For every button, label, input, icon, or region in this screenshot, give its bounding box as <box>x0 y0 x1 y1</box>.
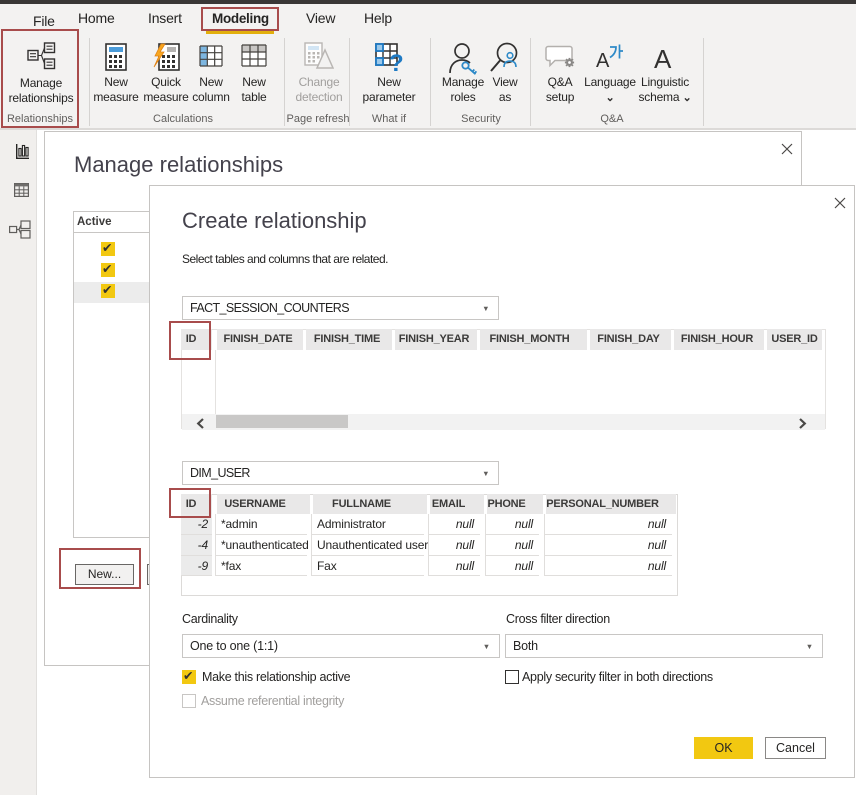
svg-text:A: A <box>596 50 610 69</box>
svg-text:?: ? <box>389 50 404 72</box>
svg-text:A: A <box>654 44 672 70</box>
